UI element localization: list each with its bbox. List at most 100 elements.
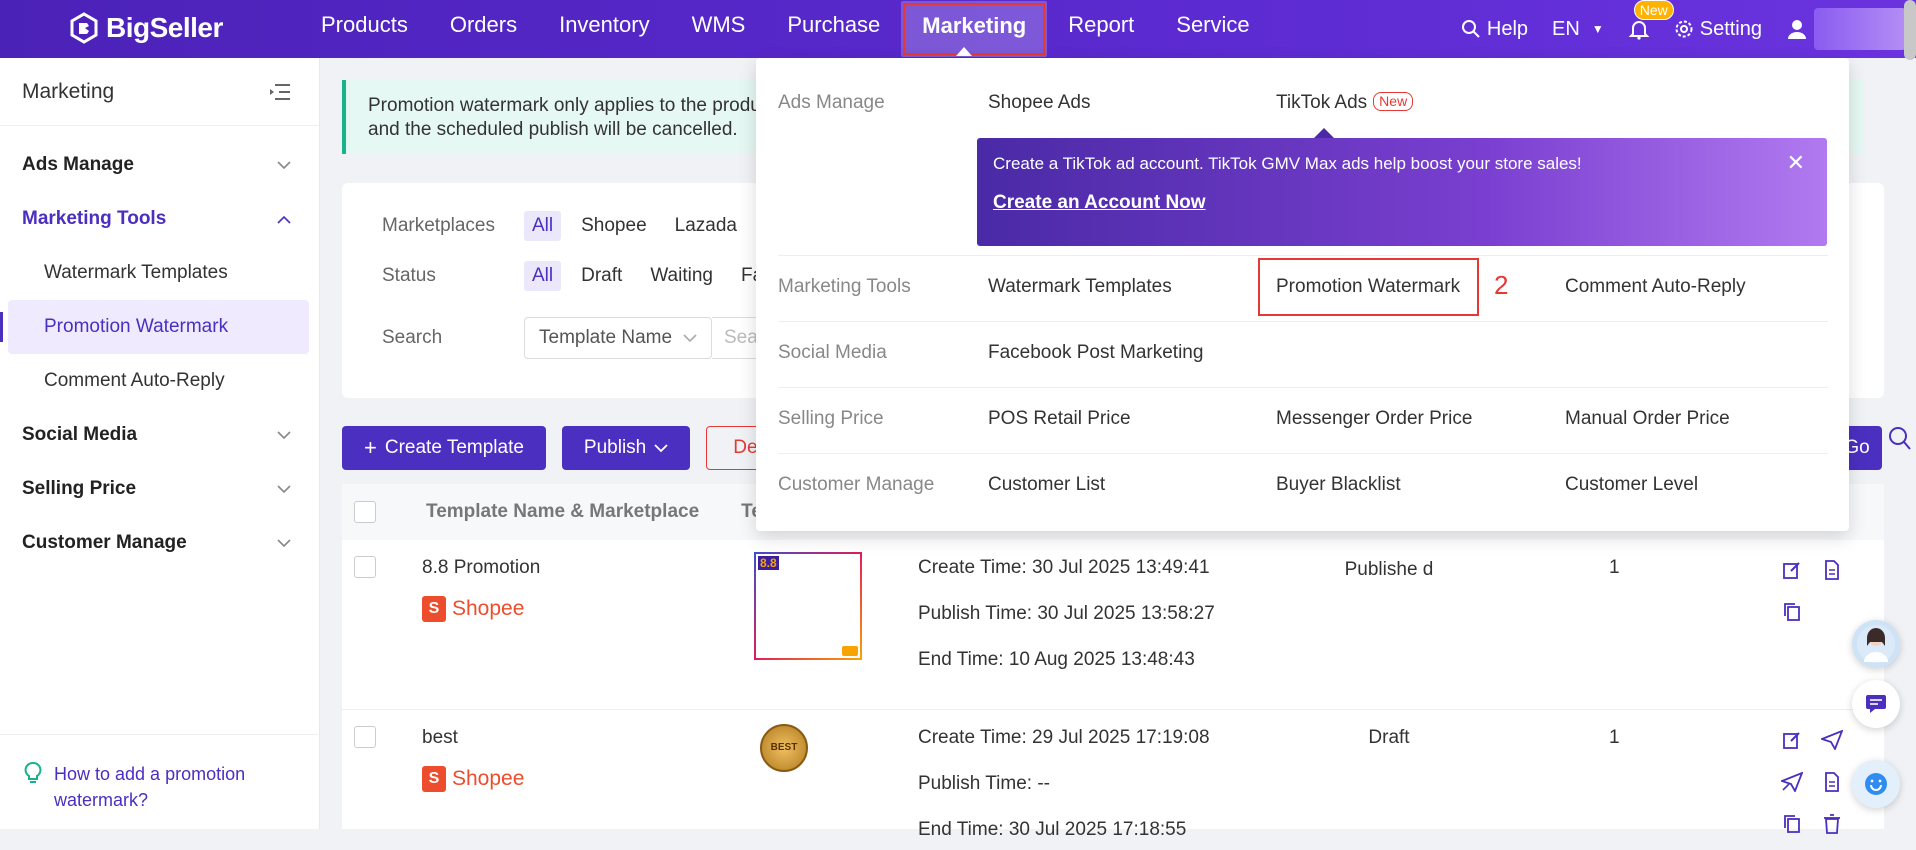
menu-item-messenger-order-price[interactable]: Messenger Order Price [1276, 408, 1472, 430]
send-cancel-icon[interactable] [1780, 770, 1804, 794]
setting-label: Setting [1699, 17, 1762, 40]
nav-purchase[interactable]: Purchase [766, 0, 901, 58]
smile-chat-icon [1865, 773, 1887, 795]
row-checkbox[interactable] [354, 556, 376, 578]
language-select[interactable]: EN ▼ [1552, 18, 1604, 41]
chat-support-button[interactable] [1852, 760, 1900, 808]
menu-item-comment-auto-reply[interactable]: Comment Auto-Reply [1565, 276, 1746, 298]
sidebar-group-label: Marketing Tools [22, 208, 167, 229]
status-chip-all[interactable]: All [524, 261, 562, 291]
sidebar-item-promotion-watermark[interactable]: Promotion Watermark [0, 300, 309, 354]
menu-item-watermark-templates[interactable]: Watermark Templates [988, 276, 1172, 298]
nav-products[interactable]: Products [300, 0, 429, 58]
chevron-down-icon [277, 478, 291, 500]
send-icon[interactable] [1820, 728, 1844, 752]
status-chip-draft[interactable]: Draft [573, 261, 630, 291]
marketplace-chip-all[interactable]: All [524, 211, 562, 241]
sidebar-item-comment-auto-reply[interactable]: Comment Auto-Reply [0, 354, 319, 408]
watermark-thumbnail[interactable]: 8.8 [754, 552, 862, 660]
user-menu[interactable] [1786, 18, 1808, 40]
marketplace-chip-lazada[interactable]: Lazada [667, 211, 745, 241]
sidebar-item-watermark-templates[interactable]: Watermark Templates [0, 246, 319, 300]
account-name-redacted[interactable] [1814, 8, 1906, 50]
create-account-link[interactable]: Create an Account Now [993, 192, 1206, 214]
close-icon[interactable]: ✕ [1787, 150, 1805, 176]
filter-label: Marketplaces [382, 215, 495, 236]
thumb-label: 8.8 [758, 556, 779, 570]
search-icon[interactable] [1888, 426, 1912, 452]
chevron-down-icon [654, 437, 668, 459]
end-time-label: End Time: [918, 649, 1004, 670]
table-row: best S Shopee BEST Create Time: 29 Jul 2… [342, 710, 1884, 850]
nav-inventory[interactable]: Inventory [538, 0, 671, 58]
publish-time: Publish Time: -- [918, 772, 1050, 796]
copy-icon[interactable] [1780, 600, 1804, 624]
template-name[interactable]: 8.8 Promotion [422, 556, 540, 580]
trash-icon[interactable] [1820, 812, 1844, 836]
collapse-menu-icon[interactable] [269, 83, 291, 101]
marketplace-chip-shopee[interactable]: Shopee [573, 211, 655, 241]
publish-time-value: 30 Jul 2025 13:58:27 [1037, 603, 1215, 624]
nav-service[interactable]: Service [1155, 0, 1270, 58]
create-time: Create Time: 29 Jul 2025 17:19:08 [918, 726, 1210, 750]
help-article-link[interactable]: How to add a promotion watermark? [54, 761, 274, 813]
bigseller-logo[interactable]: BigSeller [68, 10, 223, 46]
dropdown-section-selling-price: Selling Price POS Retail Price Messenger… [778, 388, 1828, 454]
chevron-down-icon [277, 532, 291, 554]
count-value: 1 [1609, 727, 1620, 748]
new-badge: New [1633, 0, 1674, 20]
nav-orders[interactable]: Orders [429, 0, 538, 58]
sidebar-group-customer-manage[interactable]: Customer Manage [0, 516, 319, 570]
best-seller-badge-thumbnail[interactable]: BEST [760, 724, 808, 772]
document-icon[interactable] [1820, 770, 1844, 794]
menu-item-facebook-post-marketing[interactable]: Facebook Post Marketing [988, 342, 1203, 364]
chevron-down-icon [683, 327, 697, 349]
end-time-label: End Time: [918, 819, 1004, 840]
sidebar-group-label: Social Media [22, 424, 138, 445]
menu-item-buyer-blacklist[interactable]: Buyer Blacklist [1276, 474, 1401, 496]
promo-text: Create a TikTok ad account. TikTok GMV M… [993, 154, 1582, 173]
help-label: Help [1486, 17, 1529, 40]
menu-item-customer-level[interactable]: Customer Level [1565, 474, 1698, 496]
copy-icon[interactable] [1780, 812, 1804, 836]
annotation-step-2: 2 [1494, 270, 1509, 300]
row-checkbox[interactable] [354, 726, 376, 748]
template-name[interactable]: best [422, 726, 458, 750]
menu-item-pos-retail-price[interactable]: POS Retail Price [988, 408, 1131, 430]
create-template-label: Create Template [384, 437, 524, 458]
nav-report[interactable]: Report [1047, 0, 1155, 58]
sidebar-group-selling-price[interactable]: Selling Price [0, 462, 319, 516]
sidebar-group-label: Ads Manage [22, 154, 134, 175]
dropdown-caret [956, 47, 972, 56]
menu-item-customer-list[interactable]: Customer List [988, 474, 1105, 496]
page-scrollbar[interactable] [1904, 0, 1916, 60]
feedback-button[interactable] [1852, 680, 1900, 728]
sidebar-group-social-media[interactable]: Social Media [0, 408, 319, 462]
marketplace-label: Shopee [452, 597, 525, 620]
document-icon[interactable] [1820, 558, 1844, 582]
menu-item-tiktok-ads[interactable]: TikTok Ads New [1276, 92, 1414, 114]
menu-item-shopee-ads[interactable]: Shopee Ads [988, 92, 1090, 114]
chevron-down-icon [277, 424, 291, 446]
menu-item-manual-order-price[interactable]: Manual Order Price [1565, 408, 1730, 430]
create-template-button[interactable]: + Create Template [342, 426, 546, 470]
notifications-button[interactable]: New [1628, 0, 1674, 40]
edit-icon[interactable] [1780, 558, 1804, 582]
nav-marketing[interactable]: Marketing [901, 1, 1048, 57]
sidebar-group-ads-manage[interactable]: Ads Manage [0, 138, 319, 192]
sidebar-header: Marketing [0, 58, 319, 126]
status-chip-waiting[interactable]: Waiting [642, 261, 721, 291]
edit-icon[interactable] [1780, 728, 1804, 752]
nav-wms[interactable]: WMS [671, 0, 767, 58]
sidebar-group-marketing-tools[interactable]: Marketing Tools [0, 192, 319, 246]
setting-link[interactable]: Setting [1674, 18, 1762, 41]
publish-button[interactable]: Publish [561, 426, 691, 470]
chat-icon [1866, 695, 1886, 713]
help-link[interactable]: Help [1461, 18, 1528, 41]
templates-table: Template Name & Marketplace Te 8.8 Promo… [342, 484, 1884, 840]
select-all-checkbox[interactable] [354, 501, 376, 523]
sidebar-help-footer: How to add a promotion watermark? [0, 734, 320, 829]
support-agent-avatar[interactable] [1852, 620, 1900, 668]
publish-label: Publish [583, 437, 647, 458]
search-field-select[interactable]: Template Name [524, 317, 712, 359]
